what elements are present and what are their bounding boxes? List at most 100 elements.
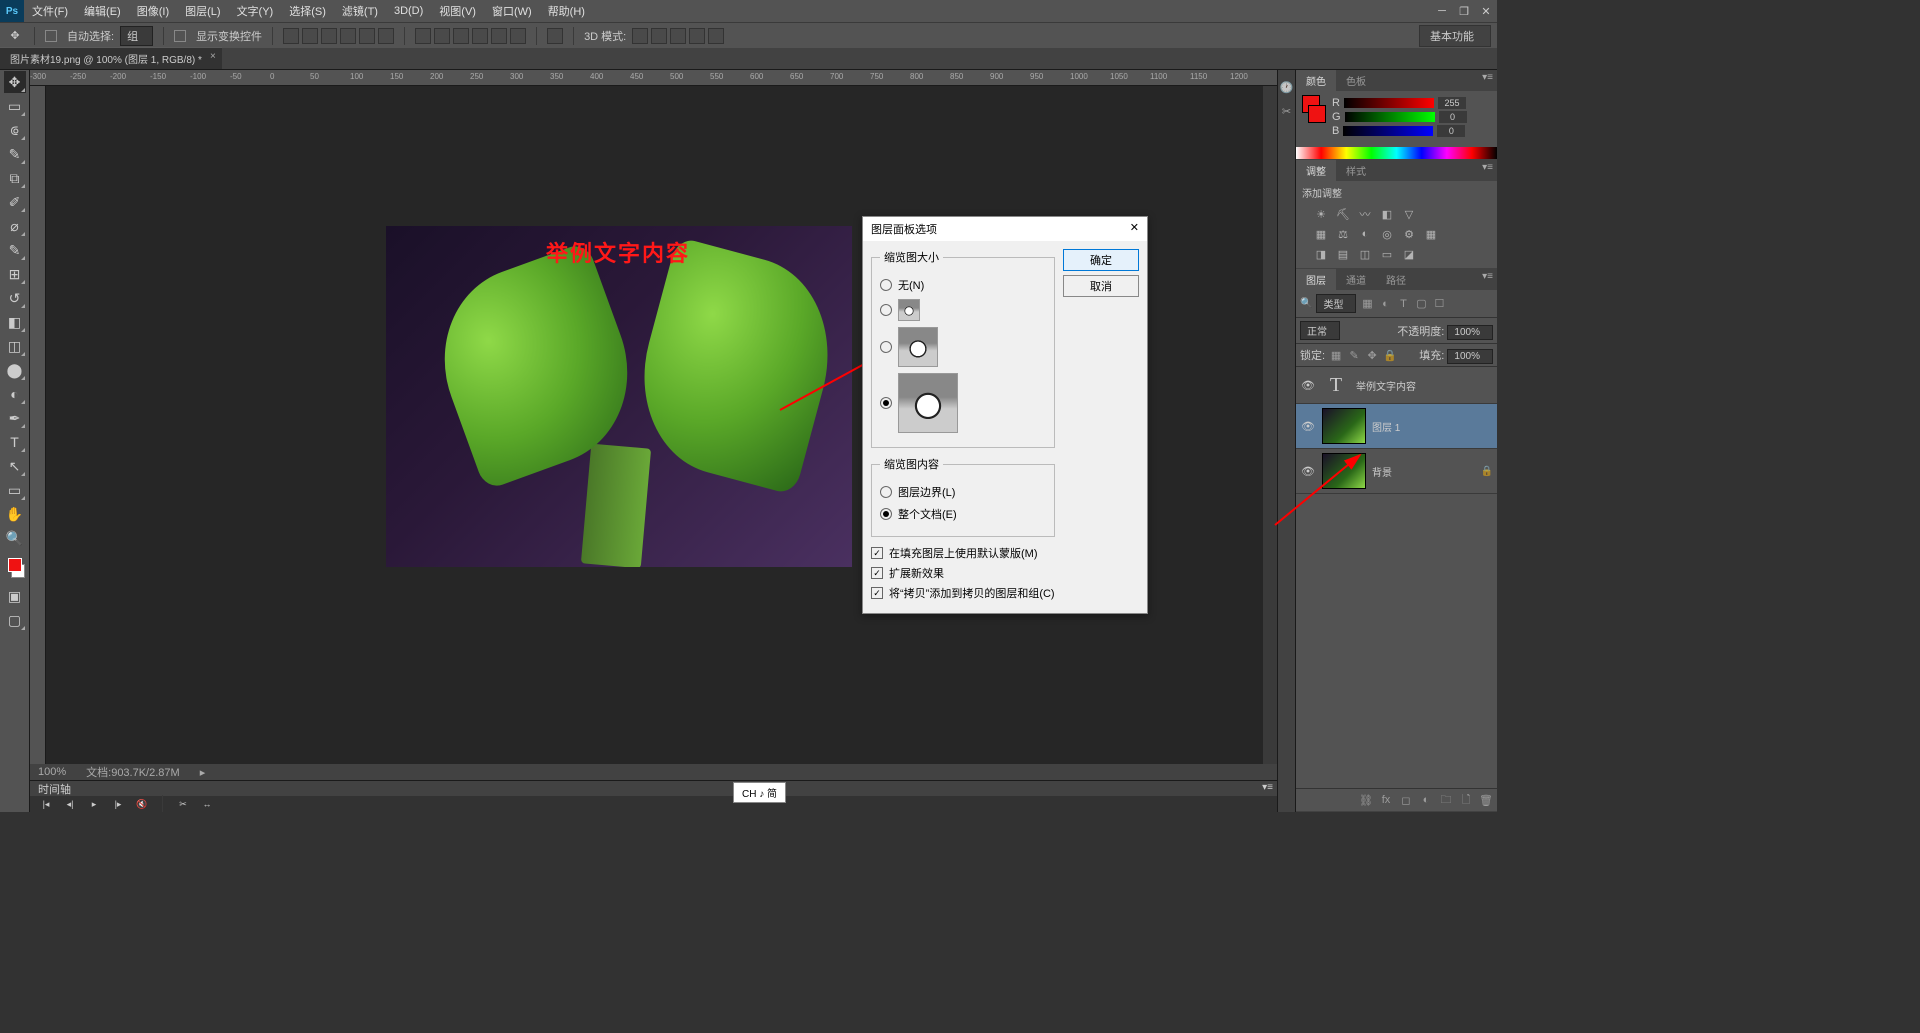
- delete-layer-icon[interactable]: 🗑: [1479, 793, 1493, 807]
- menu-image[interactable]: 图像(I): [129, 3, 177, 19]
- exposure-icon[interactable]: ◧: [1378, 206, 1396, 222]
- g-slider[interactable]: [1345, 112, 1435, 122]
- layer-name[interactable]: 背景: [1372, 464, 1392, 479]
- zoom-tool[interactable]: 🔍: [4, 527, 26, 549]
- dodge-tool[interactable]: ◐: [4, 383, 26, 405]
- workspace-switcher[interactable]: 基本功能: [1419, 25, 1491, 47]
- layer-thumbnail[interactable]: [1322, 408, 1366, 444]
- menu-text[interactable]: 文字(Y): [229, 3, 282, 19]
- hand-tool[interactable]: ✋: [4, 503, 26, 525]
- add-copy-checkbox[interactable]: ✓: [871, 587, 883, 599]
- layer-name[interactable]: 举例文字内容: [1356, 378, 1416, 393]
- eyedropper-tool[interactable]: ✐: [4, 191, 26, 213]
- posterize-icon[interactable]: ▤: [1334, 246, 1352, 262]
- menu-window[interactable]: 窗口(W): [484, 3, 540, 19]
- bw-icon[interactable]: ◐: [1356, 226, 1374, 242]
- levels-icon[interactable]: ⛏: [1334, 206, 1352, 222]
- 3d-pan-icon[interactable]: [670, 28, 686, 44]
- history-panel-icon[interactable]: 🕐: [1280, 80, 1294, 94]
- timeline-play-icon[interactable]: ▸: [86, 798, 102, 810]
- screen-mode-toggle[interactable]: ▢: [4, 609, 26, 631]
- adjustments-tab[interactable]: 调整: [1296, 160, 1336, 181]
- dialog-close-icon[interactable]: ✕: [1130, 221, 1139, 237]
- menu-help[interactable]: 帮助(H): [540, 3, 593, 19]
- r-value[interactable]: 255: [1438, 97, 1466, 109]
- expand-effects-checkbox[interactable]: ✓: [871, 567, 883, 579]
- colorbalance-icon[interactable]: ⚖: [1334, 226, 1352, 242]
- styles-tab[interactable]: 样式: [1336, 160, 1376, 181]
- filter-type-dropdown[interactable]: 类型: [1316, 294, 1356, 313]
- layer-style-icon[interactable]: fx: [1379, 793, 1393, 807]
- properties-panel-icon[interactable]: ✂: [1280, 104, 1294, 118]
- color-spectrum[interactable]: [1296, 147, 1497, 159]
- lasso-tool[interactable]: ⟃: [4, 119, 26, 141]
- zoom-level[interactable]: 100%: [38, 766, 66, 778]
- dist-bottom-icon[interactable]: [453, 28, 469, 44]
- blur-tool[interactable]: ⬤: [4, 359, 26, 381]
- quick-select-tool[interactable]: ✎: [4, 143, 26, 165]
- lock-all-icon[interactable]: 🔒: [1383, 348, 1397, 362]
- menu-view[interactable]: 视图(V): [431, 3, 484, 19]
- window-close-button[interactable]: ✕: [1475, 0, 1497, 22]
- auto-align-icon[interactable]: [547, 28, 563, 44]
- lock-pixels-icon[interactable]: ✎: [1347, 348, 1361, 362]
- color-background-swatch[interactable]: [1308, 105, 1326, 123]
- timeline-menu-icon[interactable]: ▾≡: [1262, 782, 1273, 793]
- layer-name[interactable]: 图层 1: [1372, 419, 1400, 434]
- move-tool[interactable]: ✥: [4, 71, 26, 93]
- r-slider[interactable]: [1344, 98, 1434, 108]
- dist-hcenter-icon[interactable]: [491, 28, 507, 44]
- 3d-slide-icon[interactable]: [689, 28, 705, 44]
- photofilter-icon[interactable]: ◎: [1378, 226, 1396, 242]
- marquee-tool[interactable]: ▭: [4, 95, 26, 117]
- align-bottom-icon[interactable]: [321, 28, 337, 44]
- dist-vcenter-icon[interactable]: [434, 28, 450, 44]
- 3d-zoom-icon[interactable]: [708, 28, 724, 44]
- brightness-icon[interactable]: ☀: [1312, 206, 1330, 222]
- channels-tab[interactable]: 通道: [1336, 269, 1376, 290]
- visibility-toggle-icon[interactable]: 👁: [1300, 420, 1316, 433]
- gradientmap-icon[interactable]: ▭: [1378, 246, 1396, 262]
- paths-tab[interactable]: 路径: [1376, 269, 1416, 290]
- new-layer-icon[interactable]: 🗋: [1459, 793, 1473, 807]
- content-document-radio[interactable]: [880, 508, 892, 520]
- thumb-size-medium-radio[interactable]: [880, 341, 892, 353]
- threshold-icon[interactable]: ◫: [1356, 246, 1374, 262]
- link-layers-icon[interactable]: ⛓: [1359, 793, 1373, 807]
- shape-tool[interactable]: ▭: [4, 479, 26, 501]
- vertical-scrollbar[interactable]: [1263, 86, 1277, 764]
- align-right-icon[interactable]: [378, 28, 394, 44]
- adjustments-panel-menu-icon[interactable]: ▾≡: [1482, 162, 1493, 173]
- thumb-size-large-radio[interactable]: [880, 397, 892, 409]
- layer-thumbnail[interactable]: [1322, 453, 1366, 489]
- show-transform-checkbox[interactable]: [174, 30, 186, 42]
- channelmixer-icon[interactable]: ⚙: [1400, 226, 1418, 242]
- align-top-icon[interactable]: [283, 28, 299, 44]
- new-group-icon[interactable]: 🗀: [1439, 793, 1453, 807]
- filter-type-icon[interactable]: 🔍: [1300, 298, 1312, 309]
- color-panel-menu-icon[interactable]: ▾≡: [1482, 72, 1493, 83]
- timeline-scissors-icon[interactable]: ✂: [175, 798, 191, 810]
- brush-tool[interactable]: ✎: [4, 239, 26, 261]
- layer-row-background[interactable]: 👁 背景 🔒: [1296, 449, 1497, 494]
- menu-filter[interactable]: 滤镜(T): [334, 3, 386, 19]
- dist-left-icon[interactable]: [472, 28, 488, 44]
- visibility-toggle-icon[interactable]: 👁: [1300, 465, 1316, 478]
- crop-tool[interactable]: ⧉: [4, 167, 26, 189]
- layer-row-text[interactable]: 👁 T 举例文字内容: [1296, 367, 1497, 404]
- filter-shape-icon[interactable]: ▢: [1414, 297, 1428, 311]
- fill-value[interactable]: 100%: [1447, 349, 1493, 364]
- 3d-orbit-icon[interactable]: [632, 28, 648, 44]
- cancel-button[interactable]: 取消: [1063, 275, 1139, 297]
- timeline-prev-frame-icon[interactable]: ◂|: [62, 798, 78, 810]
- colorlookup-icon[interactable]: ▦: [1422, 226, 1440, 242]
- b-slider[interactable]: [1343, 126, 1433, 136]
- content-bounds-radio[interactable]: [880, 486, 892, 498]
- timeline-transition-icon[interactable]: ↔: [199, 798, 215, 810]
- window-restore-button[interactable]: ❐: [1453, 0, 1475, 22]
- gradient-tool[interactable]: ◫: [4, 335, 26, 357]
- thumb-size-small-radio[interactable]: [880, 304, 892, 316]
- layer-mask-icon[interactable]: ◻: [1399, 793, 1413, 807]
- canvas-image[interactable]: 举例文字内容: [386, 226, 852, 567]
- b-value[interactable]: 0: [1437, 125, 1465, 137]
